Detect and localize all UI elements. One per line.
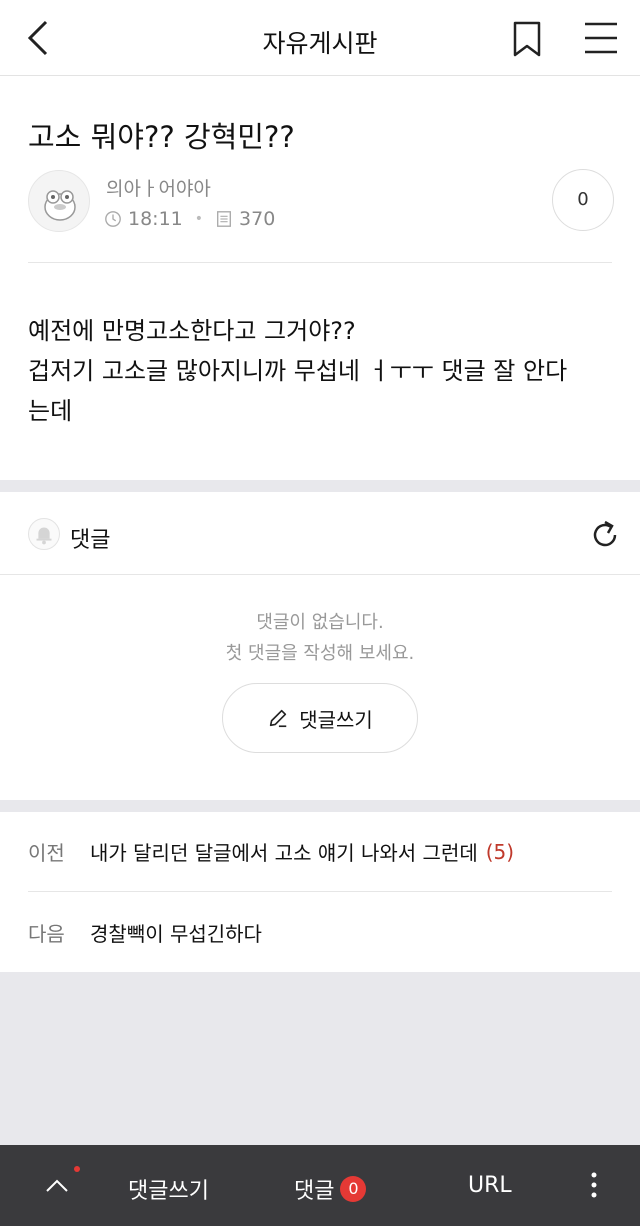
notification-dot <box>74 1166 80 1172</box>
clock-icon <box>105 211 121 227</box>
document-icon <box>217 211 232 227</box>
more-vertical-icon[interactable] <box>584 1167 604 1203</box>
character-icon <box>44 190 76 221</box>
view-count: 370 <box>239 208 276 230</box>
post-meta: 18:11 • 370 <box>104 208 275 230</box>
next-post-link[interactable]: 다음 경찰빽이 무섭긴하다 <box>28 892 612 972</box>
comments-section: 댓글 댓글이 없습니다. 첫 댓글을 작성해 보세요. 댓글쓰기 <box>0 492 640 800</box>
post-body: 예전에 만명고소한다고 그거야?? 겁저기 고소글 많아지니까 무섭네 ㅓㅜㅜ … <box>28 311 620 431</box>
post-title: 고소 뭐야?? 강혁민?? <box>28 120 295 154</box>
write-comment-button[interactable]: 댓글쓰기 <box>222 683 418 753</box>
bottom-write-button[interactable]: 댓글쓰기 <box>128 1173 209 1205</box>
comments-label: 댓글 <box>70 528 111 553</box>
hamburger-menu-icon[interactable] <box>582 20 620 56</box>
post-body-line: 예전에 만명고소한다고 그거야?? <box>28 317 356 345</box>
prev-title: 내가 달리던 달글에서 고소 얘기 나와서 그런데 <box>90 841 478 865</box>
bottom-comments-label: 댓글 <box>294 1179 335 1204</box>
next-label: 다음 <box>28 921 65 946</box>
empty-submessage: 첫 댓글을 작성해 보세요. <box>225 643 415 664</box>
prev-comment-count: (5) <box>485 839 515 864</box>
top-bar: 자유게시판 <box>0 0 640 76</box>
post-body-line: 는데 <box>28 397 73 425</box>
prev-post-link[interactable]: 이전 내가 달리던 달글에서 고소 얘기 나와서 그런데 (5) <box>28 812 612 892</box>
write-comment-label: 댓글쓰기 <box>299 707 373 732</box>
avatar[interactable] <box>28 170 90 232</box>
bookmark-icon[interactable] <box>510 20 544 58</box>
bottom-comments-button[interactable]: 댓글 0 <box>294 1173 367 1205</box>
post-navigation: 이전 내가 달리던 달글에서 고소 얘기 나와서 그런데 (5) 다음 경찰빽이… <box>0 812 640 972</box>
comments-divider <box>0 574 640 575</box>
post-section: 고소 뭐야?? 강혁민?? 의아ㅏ어야아 18:11 • 370 0 예전에 만… <box>0 76 640 480</box>
post-divider <box>28 262 612 263</box>
author-name[interactable]: 의아ㅏ어야아 <box>106 174 211 201</box>
bell-icon[interactable] <box>28 518 60 550</box>
refresh-icon[interactable] <box>588 518 622 552</box>
comment-count-badge: 0 <box>340 1176 367 1202</box>
next-title: 경찰빽이 무섭긴하다 <box>90 921 262 946</box>
prev-label: 이전 <box>28 841 65 865</box>
meta-separator: • <box>194 211 204 227</box>
chevron-up-icon[interactable] <box>42 1171 72 1201</box>
post-time: 18:11 <box>128 208 183 230</box>
url-button[interactable]: URL <box>468 1173 512 1198</box>
pencil-icon <box>270 709 287 728</box>
recommend-count-button[interactable]: 0 <box>552 169 614 231</box>
post-body-line: 겁저기 고소글 많아지니까 무섭네 ㅓㅜㅜ 댓글 잘 안다 <box>28 357 568 385</box>
board-title: 자유게시판 <box>262 29 378 58</box>
bottom-bar: 댓글쓰기 댓글 0 URL <box>0 1145 640 1226</box>
empty-message: 댓글이 없습니다. <box>256 612 384 633</box>
